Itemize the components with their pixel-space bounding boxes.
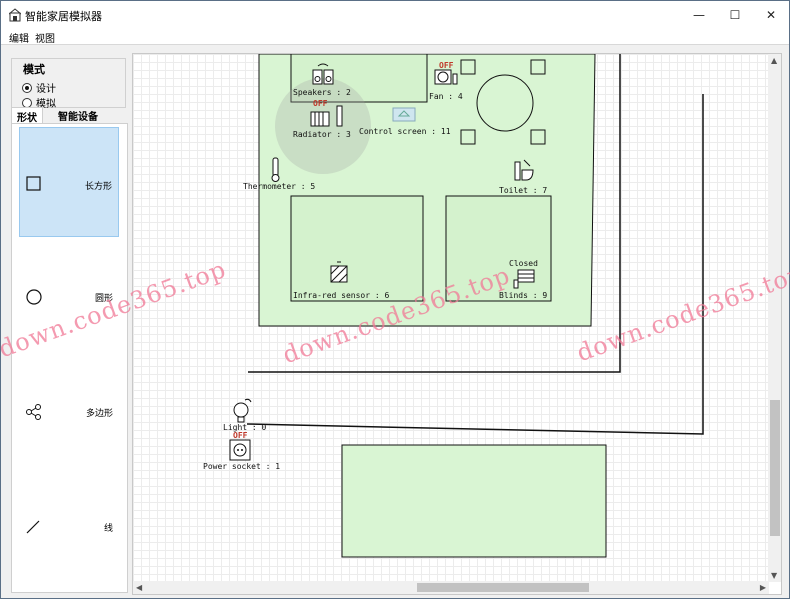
rectangle-icon: [26, 176, 41, 191]
maximize-button[interactable]: ☐: [717, 1, 753, 29]
device-label-power-socket: Power socket : 1: [203, 462, 280, 471]
sidebar-tabs: 形状 智能设备: [11, 107, 127, 124]
device-power-socket[interactable]: OFF Power socket : 1: [203, 431, 280, 471]
shape-label-circle: 圆形: [94, 294, 113, 304]
close-button[interactable]: ✕: [753, 1, 789, 29]
light-bulb-icon: [233, 398, 252, 423]
radiator-state-badge: OFF: [313, 99, 328, 108]
device-label-blinds: Blinds : 9: [499, 291, 547, 300]
device-label-thermometer: Thermometer : 5: [243, 182, 315, 191]
thermometer-icon: [271, 157, 280, 182]
menu-bar: 编辑 视图: [1, 29, 789, 45]
tab-shapes[interactable]: 形状: [11, 107, 43, 124]
shape-label-line: 线: [103, 524, 113, 534]
shape-item-line[interactable]: 线: [19, 472, 119, 582]
horizontal-scroll-thumb[interactable]: [417, 583, 589, 592]
shape-item-rectangle[interactable]: 长方形: [19, 127, 119, 237]
menu-edit[interactable]: 编辑: [9, 30, 29, 45]
fan-state-badge: OFF: [439, 61, 454, 70]
device-label-toilet: Toilet : 7: [499, 186, 547, 195]
tab-smart-devices[interactable]: 智能设备: [53, 107, 103, 123]
title-bar: 智能家居模拟器 — ☐ ✕: [1, 1, 789, 29]
power-socket-state-badge: OFF: [233, 431, 248, 440]
scroll-left-arrow-icon[interactable]: ◀: [136, 583, 142, 592]
device-label-fan: Fan : 4: [429, 92, 463, 101]
mode-group: 模式 设计 模拟: [11, 58, 126, 110]
device-light[interactable]: Light : 0: [223, 398, 267, 432]
app-icon: [9, 8, 21, 22]
device-label-control-screen: Control screen : 11: [359, 127, 451, 136]
mode-design-label: 设计: [36, 84, 56, 95]
control-screen-icon: [392, 107, 416, 122]
shape-label-rectangle: 长方形: [84, 182, 112, 192]
shape-list: 长方形 圆形 多边形 线: [11, 123, 128, 593]
scroll-up-arrow-icon[interactable]: ▲: [771, 56, 777, 65]
radio-selected-icon[interactable]: [22, 82, 32, 93]
polygon-icon: [26, 404, 41, 420]
mode-design-radio[interactable]: 设计: [22, 80, 56, 95]
floorplan-canvas-area[interactable]: Speakers : 2 OFF Fan : 4 OFF Radiator: …: [132, 53, 782, 595]
sidebar: 模式 设计 模拟 形状 智能设备 长方形 圆形 多边形 线: [8, 51, 128, 596]
device-label-speakers: Speakers : 2: [293, 88, 351, 97]
floorplan-canvas[interactable]: Speakers : 2 OFF Fan : 4 OFF Radiator: …: [133, 54, 769, 582]
circle-icon: [26, 289, 42, 305]
room-bottom[interactable]: [341, 444, 607, 558]
app-window: 智能家居模拟器 — ☐ ✕ 编辑 视图 模式 设计 模拟 形状 智能设备 长方形…: [0, 0, 790, 599]
blinds-state-badge: Closed: [509, 259, 538, 268]
floorplan-drawing[interactable]: Speakers : 2 OFF Fan : 4 OFF Radiator: …: [133, 54, 769, 582]
scroll-down-arrow-icon[interactable]: ▼: [771, 571, 777, 580]
shape-label-polygon: 多边形: [85, 409, 113, 419]
menu-view[interactable]: 视图: [35, 30, 55, 45]
power-socket-icon: [229, 439, 251, 461]
minimize-button[interactable]: —: [681, 1, 717, 29]
device-label-radiator: Radiator : 3: [293, 130, 351, 139]
shape-item-polygon[interactable]: 多边形: [19, 357, 119, 467]
scroll-right-arrow-icon[interactable]: ▶: [760, 583, 766, 592]
vertical-scroll-thumb[interactable]: [770, 400, 780, 536]
shape-item-circle[interactable]: 圆形: [19, 242, 119, 352]
device-label-infrared-sensor: Infra-red sensor : 6: [293, 291, 390, 300]
horizontal-scrollbar[interactable]: ◀ ▶: [133, 581, 769, 594]
window-title: 智能家居模拟器: [25, 10, 102, 23]
room-blinds[interactable]: [445, 195, 552, 302]
vertical-scrollbar[interactable]: ▲ ▼: [768, 54, 781, 582]
room-infrared[interactable]: [290, 195, 424, 302]
mode-title: 模式: [23, 63, 45, 76]
radio-unselected-icon[interactable]: [22, 97, 32, 108]
line-icon: [26, 520, 40, 534]
